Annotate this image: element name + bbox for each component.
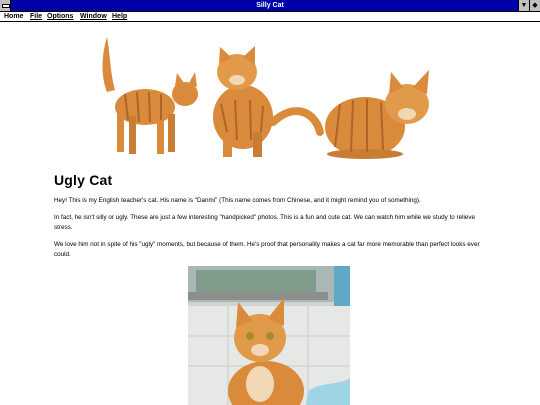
paragraph-intro: Hey! This is my English teacher's cat. H…	[54, 197, 421, 204]
loaf-cat-illustration	[325, 70, 429, 159]
cats-banner-image	[102, 37, 429, 159]
main-content: Ugly Cat Hey! This is my English teacher…	[0, 22, 540, 405]
looking-up-cat-illustration	[213, 46, 324, 157]
menu-window[interactable]: Window	[80, 12, 107, 21]
maximize-button[interactable]: ◆	[529, 0, 540, 11]
paragraph-love: We love him not in spite of his "ugly" m…	[54, 241, 480, 258]
minimize-button[interactable]: ▼	[518, 0, 529, 11]
menu-help[interactable]: Help	[112, 12, 127, 21]
cat-photo	[188, 266, 350, 405]
paragraph-fact: In fact, he isn't silly or ugly. These a…	[54, 214, 476, 231]
standing-cat-illustration	[102, 37, 198, 154]
title-bar: Silly Cat ▼ ◆	[0, 0, 540, 12]
menu-file[interactable]: File	[30, 12, 42, 21]
menu-home[interactable]: Home	[4, 12, 23, 21]
menu-bar: Home File Options Window Help	[0, 12, 540, 22]
page-heading: Ugly Cat	[54, 172, 113, 188]
menu-options[interactable]: Options	[47, 12, 73, 21]
window-title: Silly Cat	[256, 2, 284, 9]
